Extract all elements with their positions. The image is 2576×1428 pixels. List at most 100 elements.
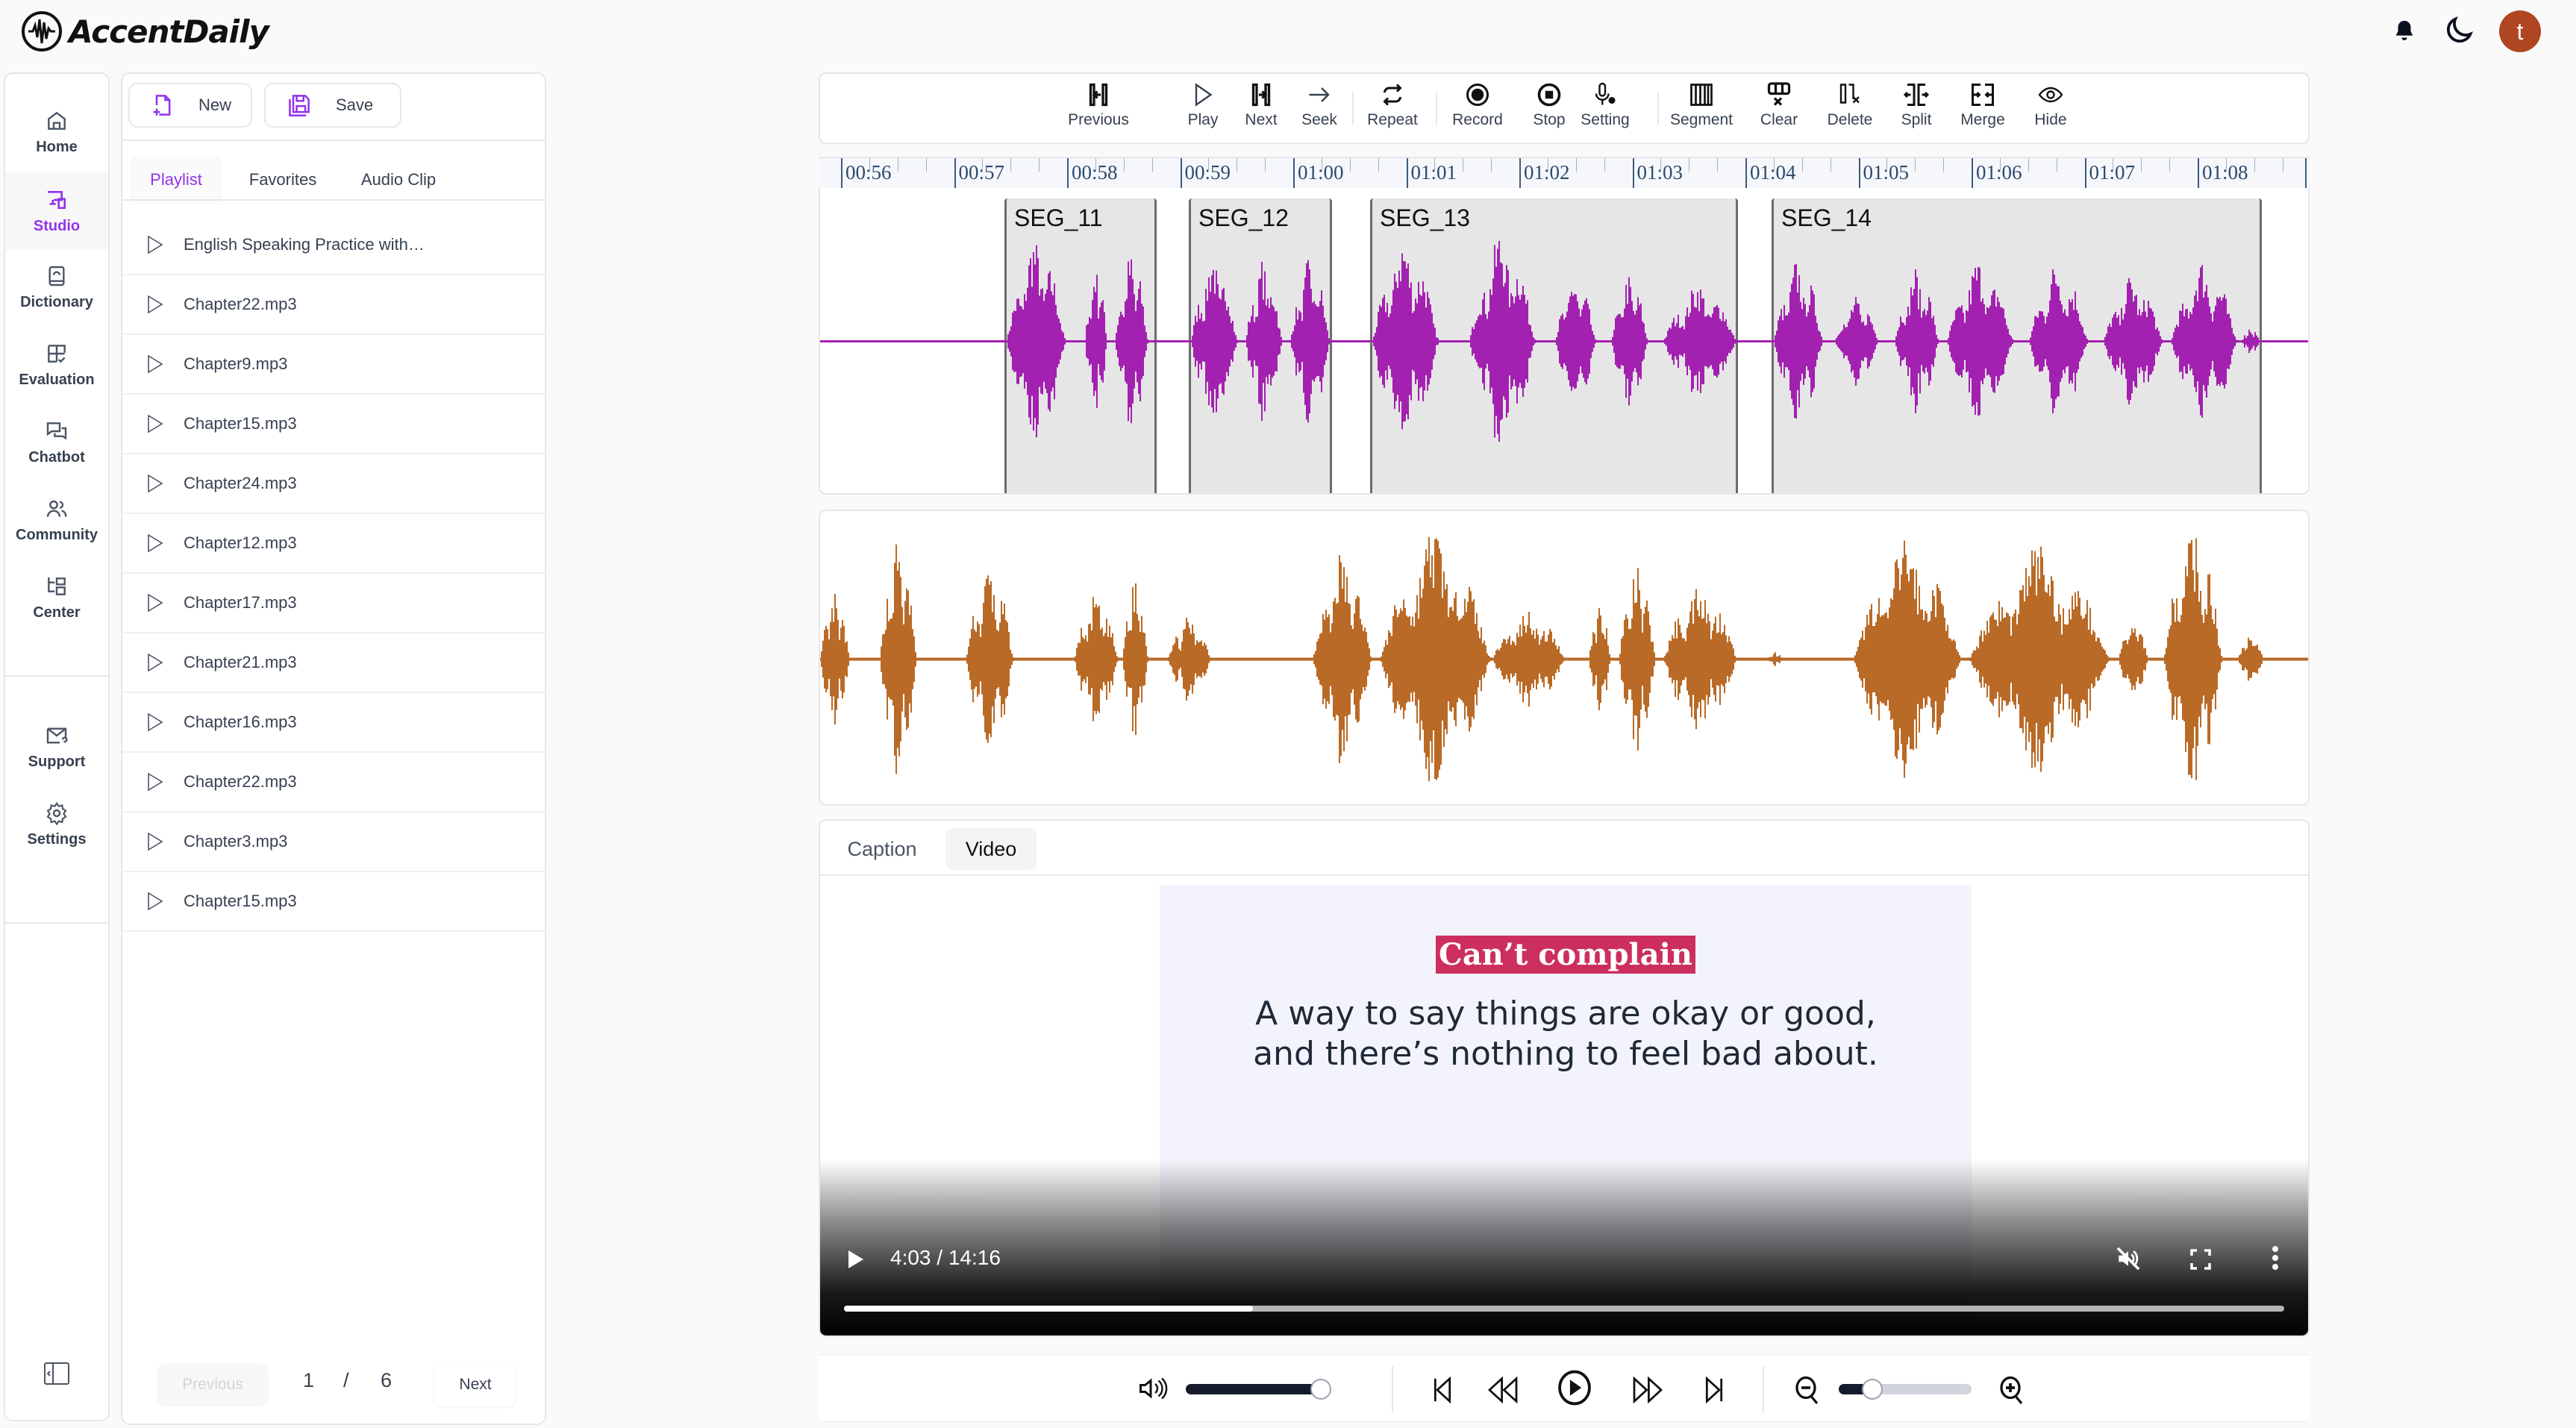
- zoom-in-button[interactable]: [1999, 1375, 2026, 1405]
- sidebar-item-studio[interactable]: Studio: [5, 172, 108, 250]
- chatbot-icon: [46, 422, 67, 440]
- play-outline-icon: [148, 474, 163, 493]
- ruler-minor-tick: [925, 158, 927, 172]
- video-fullscreen-button[interactable]: [2190, 1249, 2211, 1270]
- video-play-button[interactable]: [847, 1249, 865, 1270]
- toolbar-next-button[interactable]: Next: [1228, 81, 1295, 129]
- sidebar-item-label: Community: [16, 526, 98, 543]
- toolbar-setting-button[interactable]: Setting: [1572, 81, 1639, 129]
- tab-playlist[interactable]: Playlist: [130, 156, 222, 204]
- tab-video[interactable]: Video: [945, 828, 1037, 870]
- sidebar-item-support[interactable]: Support: [5, 710, 108, 784]
- playlist-item[interactable]: Chapter15.mp3: [122, 872, 545, 932]
- playlist-item[interactable]: Chapter22.mp3: [122, 753, 545, 812]
- video-mute-button[interactable]: [2115, 1246, 2142, 1271]
- toolbar-button-label: Delete: [1827, 111, 1873, 128]
- tab-audio-clip[interactable]: Audio Clip: [346, 156, 451, 204]
- sidebar-item-label: Center: [33, 604, 81, 621]
- ruler-major-tick: [1745, 158, 1747, 190]
- rewind-button[interactable]: [1487, 1377, 1519, 1403]
- play-outline-icon: [148, 653, 163, 672]
- playlist-item[interactable]: Chapter9.mp3: [122, 335, 545, 395]
- playlist-item[interactable]: Chapter17.mp3: [122, 574, 545, 633]
- playlist-item[interactable]: Chapter16.mp3: [122, 693, 545, 753]
- segment-waveform[interactable]: SEG_11 SEG_12 SEG_13 SEG_14: [819, 188, 2310, 495]
- zoom-out-button[interactable]: [1795, 1375, 1822, 1405]
- ruler-tick-label: 00:59: [1184, 161, 1231, 184]
- volume-slider-thumb[interactable]: [1310, 1379, 1331, 1400]
- video-more-options-button[interactable]: [2271, 1244, 2280, 1271]
- playlist-item[interactable]: English Speaking Practice with…: [122, 216, 545, 275]
- toolbar-clear-button[interactable]: Clear: [1745, 81, 1813, 129]
- fast-forward-button[interactable]: [1632, 1377, 1663, 1403]
- rewind-icon: [1487, 1377, 1518, 1403]
- video-player[interactable]: Can’t complain A way to say things are o…: [820, 876, 2308, 1335]
- skip-to-start-button[interactable]: [1432, 1377, 1453, 1403]
- ruler-minor-tick: [1717, 158, 1719, 172]
- next-segment-icon: [1251, 83, 1271, 107]
- reference-waveform[interactable]: [819, 510, 2310, 806]
- toolbar-merge-button[interactable]: Merge: [1949, 81, 2016, 129]
- toolbar-previous-button[interactable]: Previous: [1065, 81, 1132, 129]
- toolbar-repeat-button[interactable]: Repeat: [1359, 81, 1426, 129]
- toolbar-segment-button[interactable]: Segment: [1668, 81, 1735, 129]
- timeline-ruler[interactable]: 00:56 00:57 00:58 00:59 01:00 01:01 01:02 01:03…: [819, 157, 2310, 190]
- playlist-item[interactable]: Chapter22.mp3: [122, 275, 545, 335]
- tab-caption[interactable]: Caption: [837, 828, 928, 870]
- toolbar-split-button[interactable]: Split: [1883, 81, 1950, 129]
- video-progress-bar[interactable]: [844, 1306, 2284, 1312]
- playlist-item[interactable]: Chapter21.mp3: [122, 633, 545, 693]
- toolbar-button-label: Setting: [1581, 111, 1630, 128]
- new-button[interactable]: New: [128, 83, 252, 128]
- toolbar-hide-button[interactable]: Hide: [2017, 81, 2084, 129]
- tab-favorites[interactable]: Favorites: [234, 156, 331, 204]
- toolbar-play-button[interactable]: Play: [1169, 81, 1237, 129]
- notifications-button[interactable]: [2392, 18, 2417, 45]
- playlist-item[interactable]: Chapter15.mp3: [122, 395, 545, 454]
- playlist-item[interactable]: Chapter24.mp3: [122, 454, 545, 514]
- ruler-minor-tick: [2169, 158, 2171, 172]
- playlist-item-name: Chapter24.mp3: [184, 474, 297, 492]
- sidebar-item-settings[interactable]: Settings: [5, 787, 108, 862]
- home-icon: [48, 111, 66, 130]
- playlist-item[interactable]: Chapter12.mp3: [122, 514, 545, 574]
- playlist-item-name: English Speaking Practice with…: [184, 235, 425, 254]
- zoom-slider-thumb[interactable]: [1861, 1379, 1883, 1400]
- sidebar-nav: Home Studio Dictionary Evaluation Chatbo…: [4, 72, 110, 1421]
- ruler-tick-label: 01:01: [1410, 161, 1457, 184]
- next-page-button[interactable]: Next: [434, 1363, 516, 1406]
- ruler-minor-tick: [2141, 158, 2142, 172]
- sidebar-item-evaluation[interactable]: Evaluation: [5, 328, 108, 402]
- toolbar-delete-button[interactable]: Delete: [1816, 81, 1883, 129]
- dark-mode-toggle[interactable]: [2442, 13, 2476, 48]
- sidebar-item-community[interactable]: Community: [5, 483, 108, 557]
- ruler-major-tick: [841, 158, 842, 190]
- collapse-sidebar-button[interactable]: [44, 1362, 69, 1385]
- app-logo[interactable]: AccentDaily: [21, 10, 269, 52]
- save-button[interactable]: Save: [264, 83, 401, 128]
- previous-page-button[interactable]: Previous: [157, 1363, 269, 1406]
- ruler-major-tick: [1858, 158, 1860, 190]
- sidebar-item-dictionary[interactable]: Dictionary: [5, 250, 108, 325]
- playlist-item[interactable]: Chapter3.mp3: [122, 812, 545, 872]
- sidebar-item-center[interactable]: Center: [5, 560, 108, 635]
- ruler-major-tick: [1406, 158, 1408, 190]
- volume-button[interactable]: [1138, 1375, 1168, 1402]
- play-icon: [1195, 83, 1213, 107]
- playlist-item-name: Chapter16.mp3: [184, 713, 297, 731]
- ruler-minor-tick: [1349, 158, 1351, 172]
- main-play-button[interactable]: [1557, 1369, 1592, 1406]
- skip-to-end-button[interactable]: [1704, 1377, 1725, 1403]
- video-time-display: 4:03 / 14:16: [890, 1246, 1001, 1269]
- center-icon: [48, 577, 66, 595]
- sidebar-item-home[interactable]: Home: [5, 95, 108, 169]
- toolbar-record-button[interactable]: Record: [1444, 81, 1511, 129]
- muted-speaker-icon: [2116, 1247, 2140, 1271]
- fast-forward-icon: [1633, 1377, 1663, 1403]
- user-avatar[interactable]: t: [2499, 10, 2541, 52]
- sidebar-item-chatbot[interactable]: Chatbot: [5, 405, 108, 480]
- ruler-minor-tick: [1999, 158, 2001, 172]
- volume-slider[interactable]: [1186, 1379, 1331, 1400]
- toolbar-seek-button[interactable]: Seek: [1286, 81, 1353, 129]
- zoom-slider[interactable]: [1839, 1379, 1972, 1400]
